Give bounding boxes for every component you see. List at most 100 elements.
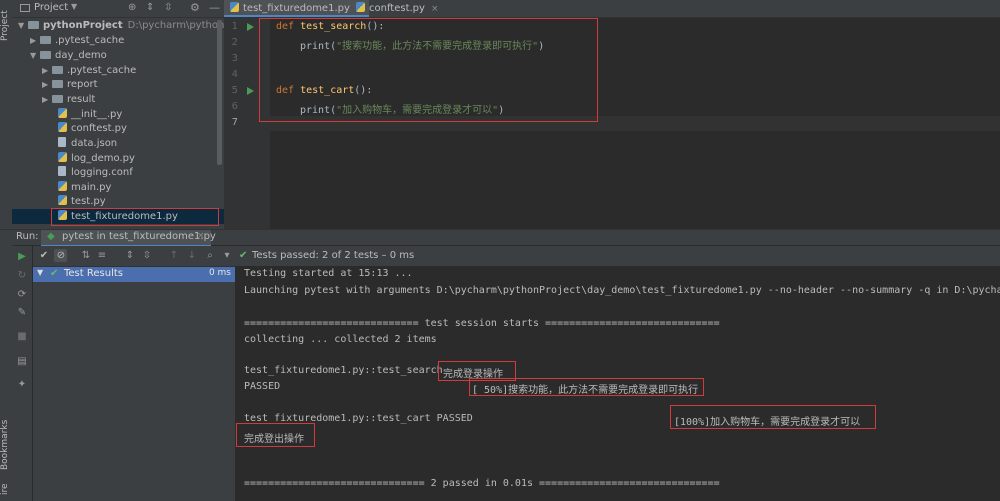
chevron-down-icon[interactable]: ▾ <box>222 251 232 261</box>
line-number: 1 <box>231 21 238 32</box>
gear-icon[interactable]: ⚙ <box>190 1 200 14</box>
line-number: 4 <box>231 69 238 80</box>
next-icon[interactable]: ↓ <box>187 251 197 261</box>
tree-item-pytest-cache[interactable]: ▶ .pytest_cache <box>30 34 124 48</box>
sort-alpha-icon[interactable]: ⇅ <box>81 251 91 261</box>
locate-icon[interactable]: ⊕ <box>128 2 136 13</box>
highlight-box-code <box>259 18 598 122</box>
check-icon: ✔ <box>239 250 248 261</box>
collapse-all-icon[interactable]: ⇳ <box>164 2 172 13</box>
tree-item-label: logging.conf <box>71 167 133 178</box>
tree-scrollbar[interactable] <box>217 20 222 165</box>
run-tab-label: pytest in test_fixturedome1.py <box>62 231 216 242</box>
sort-duration-icon[interactable]: ≡ <box>97 251 107 261</box>
stop-icon[interactable]: ■ <box>17 332 27 342</box>
console-line: Testing started at 15:13 ... <box>244 268 413 279</box>
bookmarks-tool-label[interactable]: Bookmarks <box>0 420 12 470</box>
console-line: Launching pytest with arguments D:\pycha… <box>244 285 1000 296</box>
structure-tool-label[interactable]: ire <box>0 478 12 500</box>
expand-all-icon[interactable]: ⇕ <box>146 2 154 13</box>
show-passed-icon[interactable]: ✔ <box>39 251 49 261</box>
chevron-right-icon: ▶ <box>30 36 37 45</box>
tree-item-label: conftest.py <box>71 123 127 134</box>
chevron-down-icon[interactable]: ▼ <box>71 2 77 11</box>
console-line: PASSED <box>244 381 281 392</box>
line-number: 6 <box>231 101 238 112</box>
tree-item-report[interactable]: ▶ report <box>42 78 98 92</box>
tab-label: conftest.py <box>369 3 425 14</box>
previous-icon[interactable]: ↑ <box>169 251 179 261</box>
test-results-time: 0 ms <box>208 268 231 278</box>
wrench-icon[interactable]: ✎ <box>17 308 27 318</box>
python-file-icon <box>58 152 67 162</box>
tree-root-project[interactable]: ▼ pythonProject D:\pycharm\pythonProject <box>18 19 259 33</box>
chevron-right-icon: ▶ <box>42 66 49 75</box>
chevron-down-icon: ▼ <box>37 268 44 277</box>
tree-item-label: .pytest_cache <box>67 65 137 76</box>
rerun-failed-icon[interactable]: ↻ <box>17 271 27 281</box>
python-file-icon <box>356 2 365 12</box>
chevron-right-icon: ▶ <box>42 95 49 104</box>
test-results-panel <box>33 246 235 501</box>
toggle-auto-test-icon[interactable]: ⟳ <box>17 290 27 300</box>
tree-item-main-py[interactable]: main.py <box>58 181 111 195</box>
run-test-cart-icon[interactable] <box>247 87 254 95</box>
tree-item-init-py[interactable]: __init__.py <box>58 108 122 122</box>
project-view-icon <box>20 4 30 12</box>
tree-item-conftest-py[interactable]: conftest.py <box>58 122 127 136</box>
tree-item-label: log_demo.py <box>71 153 135 164</box>
tree-item-label: __init__.py <box>71 109 123 120</box>
check-icon: ✔ <box>50 268 59 279</box>
tree-item-label: test.py <box>71 196 106 207</box>
line-number: 5 <box>231 85 238 96</box>
tab-conftest[interactable]: conftest.py × <box>350 0 445 17</box>
tree-item-test-py[interactable]: test.py <box>58 195 106 209</box>
python-file-icon <box>58 108 67 118</box>
folder-icon <box>40 36 51 44</box>
text-file-icon <box>58 166 66 176</box>
project-tool-label[interactable]: Project <box>0 4 12 48</box>
tree-item-data-json[interactable]: data.json <box>58 137 117 151</box>
search-icon[interactable]: ⌕ <box>205 251 215 261</box>
pytest-icon: ◆ <box>47 231 55 242</box>
close-icon[interactable]: × <box>431 4 439 14</box>
tree-item-logging-conf[interactable]: logging.conf <box>58 166 133 180</box>
folder-icon <box>52 95 63 103</box>
tree-item-label: main.py <box>71 182 112 193</box>
project-view-title[interactable]: Project <box>34 2 68 13</box>
tree-item-label: report <box>67 79 98 90</box>
ignored-icon: ⊘ <box>56 250 66 261</box>
test-results-label: Test Results <box>64 268 123 279</box>
tree-item-day-demo-pytest-cache[interactable]: ▶ .pytest_cache <box>42 64 136 78</box>
line-number: 7 <box>231 117 238 128</box>
collapse-all-icon[interactable]: ⇳ <box>142 251 152 261</box>
expand-all-icon[interactable]: ⇕ <box>125 251 135 261</box>
project-panel-header: Project ▼ ⊕ ⇕ ⇳ ⚙ — <box>12 0 224 18</box>
pin-icon[interactable]: ✦ <box>17 380 27 390</box>
python-file-icon <box>58 195 67 205</box>
console-line: collecting ... collected 2 items <box>244 334 437 345</box>
python-file-icon <box>230 2 239 12</box>
chevron-right-icon: ▶ <box>42 80 49 89</box>
tests-status-text: Tests passed: 2 of 2 tests – 0 ms <box>252 250 415 261</box>
tree-item-day-demo[interactable]: ▼ day_demo <box>30 49 107 63</box>
test-status-bar: ✔ Tests passed: 2 of 2 tests – 0 ms <box>235 246 1000 267</box>
test-results-row-selected[interactable]: ▼ ✔ Test Results 0 ms <box>33 267 235 282</box>
tree-item-label: day_demo <box>55 50 107 61</box>
layout-icon[interactable]: ▤ <box>17 357 27 367</box>
tree-item-label: .pytest_cache <box>55 35 125 46</box>
python-file-icon <box>58 122 67 132</box>
tree-item-result[interactable]: ▶ result <box>42 93 95 107</box>
tree-item-label: data.json <box>71 138 118 149</box>
test-toolbar: ✔ ⊘ ⇅ ≡ ⇕ ⇳ ↑ ↓ ⌕ ▾ <box>33 246 235 267</box>
tab-test-fixturedome1[interactable]: test_fixturedome1.py× <box>224 0 370 17</box>
run-test-search-icon[interactable] <box>247 23 254 31</box>
close-icon[interactable]: × <box>197 231 205 241</box>
folder-icon <box>52 66 63 74</box>
highlight-box-selected-file <box>51 208 219 226</box>
rerun-icon[interactable]: ▶ <box>17 252 27 262</box>
minimize-icon[interactable]: — <box>209 1 220 14</box>
console-line: test_fixturedome1.py::test_search <box>244 365 443 376</box>
tree-item-log-demo-py[interactable]: log_demo.py <box>58 152 135 166</box>
tab-label: test_fixturedome1.py <box>243 3 350 14</box>
